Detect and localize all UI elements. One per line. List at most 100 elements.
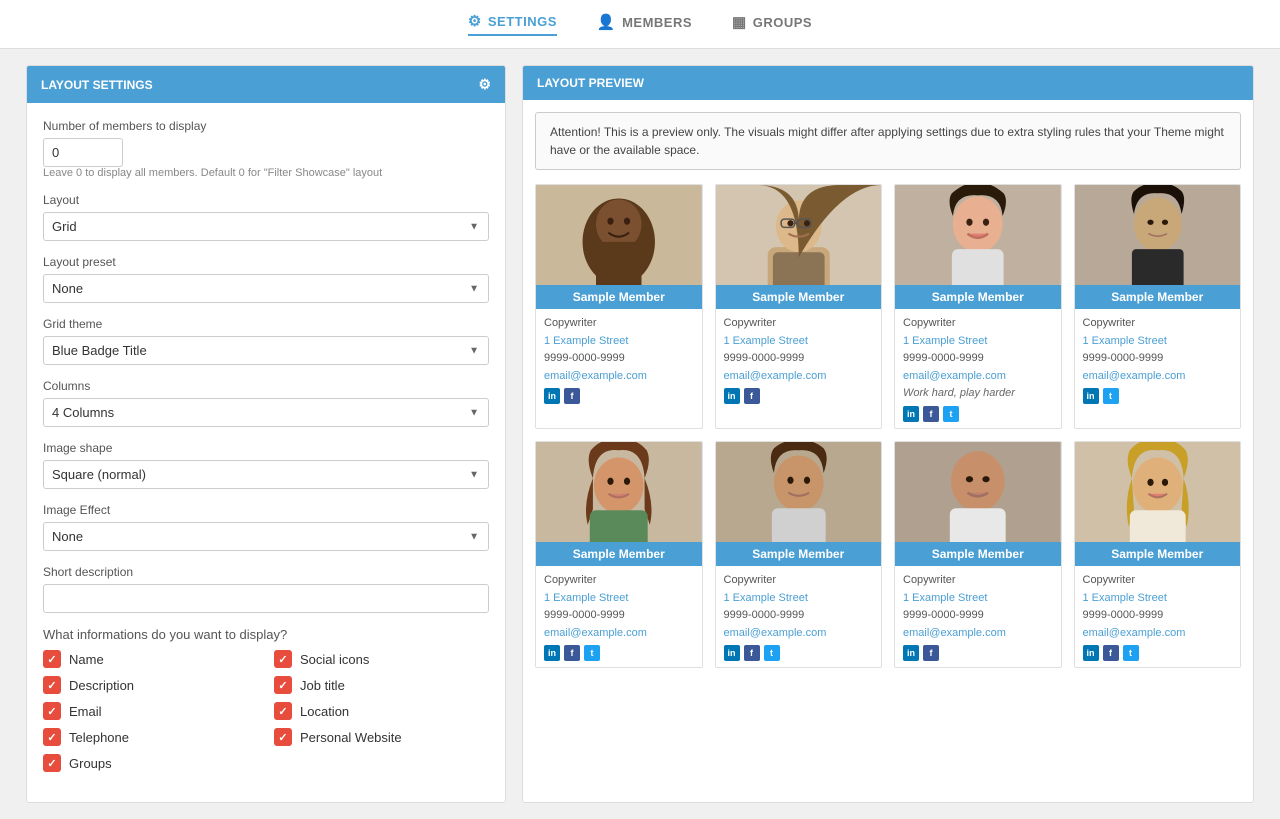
checkbox-groups-label: Groups bbox=[69, 756, 112, 771]
twitter-icon[interactable]: t bbox=[1103, 388, 1119, 404]
checkbox-social: Social icons bbox=[274, 650, 489, 668]
member-job: Copywriter bbox=[1083, 574, 1136, 586]
image-effect-label: Image Effect bbox=[43, 503, 489, 517]
linkedin-icon[interactable]: in bbox=[544, 645, 560, 661]
checkbox-name-label: Name bbox=[69, 652, 104, 667]
linkedin-icon[interactable]: in bbox=[1083, 388, 1099, 404]
member-email[interactable]: email@example.com bbox=[903, 625, 1053, 643]
checkbox-website: Personal Website bbox=[274, 728, 489, 746]
linkedin-icon[interactable]: in bbox=[544, 388, 560, 404]
twitter-icon[interactable]: t bbox=[1123, 645, 1139, 661]
member-photo bbox=[895, 185, 1061, 285]
nav-groups[interactable]: ▦ GROUPS bbox=[732, 13, 812, 35]
member-address[interactable]: 1 Example Street bbox=[724, 590, 874, 608]
member-info: Copywriter 1 Example Street 9999-0000-99… bbox=[895, 309, 1061, 428]
member-address[interactable]: 1 Example Street bbox=[724, 333, 874, 351]
social-icons: inft bbox=[903, 406, 1053, 422]
checkbox-description: Description bbox=[43, 676, 258, 694]
checkbox-jobtitle-box[interactable] bbox=[274, 676, 292, 694]
facebook-icon[interactable]: f bbox=[564, 645, 580, 661]
columns-group: Columns 1 Column 2 Columns 3 Columns 4 C… bbox=[43, 379, 489, 427]
member-email[interactable]: email@example.com bbox=[544, 625, 694, 643]
member-photo bbox=[536, 185, 702, 285]
member-email[interactable]: email@example.com bbox=[724, 625, 874, 643]
checkbox-telephone-label: Telephone bbox=[69, 730, 129, 745]
member-email[interactable]: email@example.com bbox=[724, 368, 874, 386]
layout-label: Layout bbox=[43, 193, 489, 207]
checkbox-telephone-box[interactable] bbox=[43, 728, 61, 746]
checkbox-telephone: Telephone bbox=[43, 728, 258, 746]
linkedin-icon[interactable]: in bbox=[724, 388, 740, 404]
checkbox-groups-box[interactable] bbox=[43, 754, 61, 772]
member-card: Sample Member Copywriter 1 Example Stree… bbox=[535, 184, 703, 429]
checkbox-email-box[interactable] bbox=[43, 702, 61, 720]
member-address[interactable]: 1 Example Street bbox=[1083, 333, 1233, 351]
columns-select[interactable]: 1 Column 2 Columns 3 Columns 4 Columns bbox=[43, 398, 489, 427]
main-container: LAYOUT SETTINGS ⚙ Number of members to d… bbox=[10, 49, 1270, 819]
checkbox-description-box[interactable] bbox=[43, 676, 61, 694]
member-email[interactable]: email@example.com bbox=[544, 368, 694, 386]
member-address[interactable]: 1 Example Street bbox=[903, 333, 1053, 351]
member-card: Sample Member Copywriter 1 Example Stree… bbox=[894, 441, 1062, 668]
member-card: Sample Member Copywriter 1 Example Stree… bbox=[894, 184, 1062, 429]
settings-icon: ⚙ bbox=[468, 12, 482, 30]
nav-settings-label: SETTINGS bbox=[488, 14, 557, 29]
facebook-icon[interactable]: f bbox=[564, 388, 580, 404]
num-members-input[interactable] bbox=[43, 138, 123, 167]
member-email[interactable]: email@example.com bbox=[1083, 368, 1233, 386]
member-job: Copywriter bbox=[903, 574, 956, 586]
twitter-icon[interactable]: t bbox=[764, 645, 780, 661]
member-phone: 9999-0000-9999 bbox=[544, 352, 625, 364]
layout-preset-select[interactable]: None Preset 1 bbox=[43, 274, 489, 303]
settings-gear-icon[interactable]: ⚙ bbox=[478, 76, 491, 93]
member-card: Sample Member Copywriter 1 Example Stree… bbox=[1074, 441, 1242, 668]
twitter-icon[interactable]: t bbox=[584, 645, 600, 661]
social-icons: inft bbox=[1083, 645, 1233, 661]
image-effect-select[interactable]: None Zoom bbox=[43, 522, 489, 551]
right-panel-header: LAYOUT PREVIEW bbox=[523, 66, 1253, 100]
member-phone: 9999-0000-9999 bbox=[724, 609, 805, 621]
member-address[interactable]: 1 Example Street bbox=[544, 590, 694, 608]
facebook-icon[interactable]: f bbox=[923, 406, 939, 422]
facebook-icon[interactable]: f bbox=[744, 388, 760, 404]
member-info: Copywriter 1 Example Street 9999-0000-99… bbox=[716, 309, 882, 410]
right-panel: LAYOUT PREVIEW Attention! This is a prev… bbox=[522, 65, 1254, 803]
member-photo bbox=[536, 442, 702, 542]
member-address[interactable]: 1 Example Street bbox=[544, 333, 694, 351]
grid-theme-select-wrap: Blue Badge Title None bbox=[43, 336, 489, 365]
member-phone: 9999-0000-9999 bbox=[544, 609, 625, 621]
left-panel: LAYOUT SETTINGS ⚙ Number of members to d… bbox=[26, 65, 506, 803]
nav-settings[interactable]: ⚙ SETTINGS bbox=[468, 12, 557, 36]
nav-groups-label: GROUPS bbox=[753, 15, 812, 30]
social-icons: inf bbox=[903, 645, 1053, 661]
linkedin-icon[interactable]: in bbox=[724, 645, 740, 661]
member-address[interactable]: 1 Example Street bbox=[1083, 590, 1233, 608]
layout-select[interactable]: Grid List Masonry bbox=[43, 212, 489, 241]
member-bio: Work hard, play harder bbox=[903, 385, 1053, 403]
image-shape-select[interactable]: Square (normal) Circle bbox=[43, 460, 489, 489]
grid-theme-select[interactable]: Blue Badge Title None bbox=[43, 336, 489, 365]
checkbox-name-box[interactable] bbox=[43, 650, 61, 668]
facebook-icon[interactable]: f bbox=[923, 645, 939, 661]
facebook-icon[interactable]: f bbox=[744, 645, 760, 661]
member-email[interactable]: email@example.com bbox=[1083, 625, 1233, 643]
nav-members[interactable]: 👤 MEMBERS bbox=[597, 13, 692, 35]
linkedin-icon[interactable]: in bbox=[1083, 645, 1099, 661]
member-job: Copywriter bbox=[903, 317, 956, 329]
checkbox-social-box[interactable] bbox=[274, 650, 292, 668]
social-icons: inft bbox=[544, 645, 694, 661]
short-desc-input[interactable] bbox=[43, 584, 489, 613]
layout-group: Layout Grid List Masonry bbox=[43, 193, 489, 241]
linkedin-icon[interactable]: in bbox=[903, 406, 919, 422]
checkbox-website-label: Personal Website bbox=[300, 730, 402, 745]
checkbox-website-box[interactable] bbox=[274, 728, 292, 746]
facebook-icon[interactable]: f bbox=[1103, 645, 1119, 661]
linkedin-icon[interactable]: in bbox=[903, 645, 919, 661]
member-email[interactable]: email@example.com bbox=[903, 368, 1053, 386]
member-address[interactable]: 1 Example Street bbox=[903, 590, 1053, 608]
checkbox-location-box[interactable] bbox=[274, 702, 292, 720]
nav-members-label: MEMBERS bbox=[622, 15, 692, 30]
member-info: Copywriter 1 Example Street 9999-0000-99… bbox=[716, 566, 882, 667]
checkbox-email: Email bbox=[43, 702, 258, 720]
twitter-icon[interactable]: t bbox=[943, 406, 959, 422]
